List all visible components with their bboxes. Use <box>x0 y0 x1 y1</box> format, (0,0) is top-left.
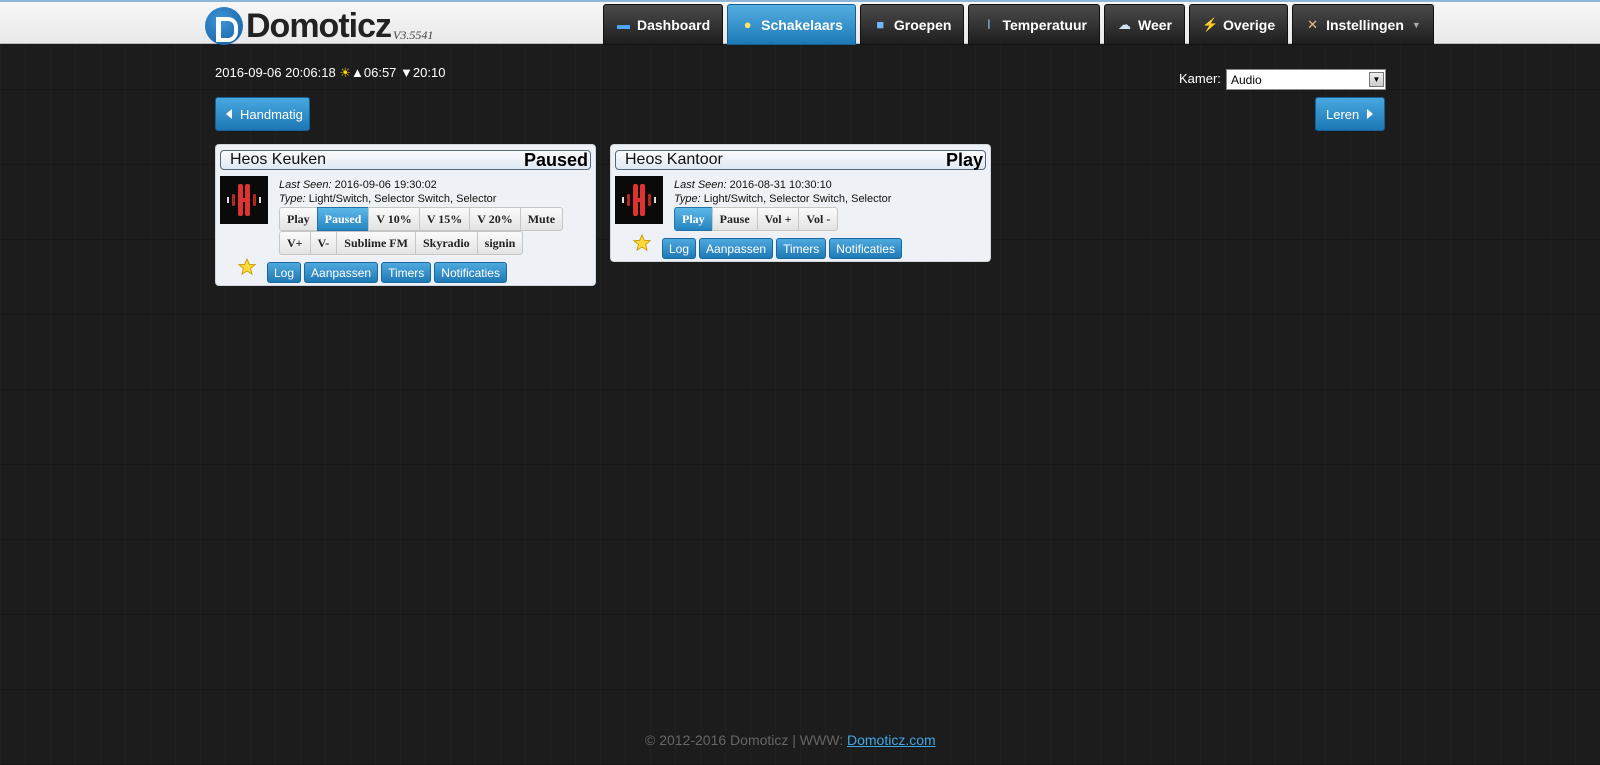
selector-signin[interactable]: signin <box>476 231 524 255</box>
selector-mute[interactable]: Mute <box>519 207 564 231</box>
type-value: Light/Switch, Selector Switch, Selector <box>703 193 892 205</box>
tab-label: Overige <box>1222 16 1276 33</box>
sun-icon: ☀ <box>339 65 351 80</box>
selector-vminus[interactable]: V- <box>309 231 338 255</box>
speaker-icon[interactable] <box>220 176 268 224</box>
timers-button[interactable]: Timers <box>381 262 432 283</box>
website-link[interactable]: Domoticz.com <box>847 732 936 748</box>
device-actions: Log Aanpassen Timers Notificaties <box>267 262 507 283</box>
edit-button[interactable]: Aanpassen <box>304 262 379 283</box>
notifications-button[interactable]: Notificaties <box>829 238 902 259</box>
device-actions: Log Aanpassen Timers Notificaties <box>662 238 902 259</box>
device-status: Paused <box>523 149 588 170</box>
date-sun-info: 2016-09-06 20:06:18 ☀▲06:57 ▼20:10 <box>215 65 445 81</box>
selector-play[interactable]: Play <box>279 207 318 231</box>
device-header: Heos Kantoor Play <box>615 150 986 170</box>
selector-sublime-fm[interactable]: Sublime FM <box>336 231 416 255</box>
thermometer-icon: ǀ <box>987 17 991 32</box>
footer-text: © 2012-2016 Domoticz | WWW: Domoticz.com <box>645 732 936 748</box>
learn-button-label: Leren <box>1326 106 1360 122</box>
device-header: Heos Keuken Paused <box>220 150 591 170</box>
selector-pause[interactable]: Pause <box>711 207 758 231</box>
room-select[interactable]: Audio ▼ <box>1226 69 1386 90</box>
cloud-rain-icon: ☁ <box>1117 16 1131 32</box>
tools-icon: ✕ <box>1307 16 1319 32</box>
logo[interactable]: Domoticz V3.5541 <box>205 5 433 45</box>
type-label: Type: <box>279 193 306 205</box>
arrow-right-icon <box>1367 109 1374 119</box>
device-meta: Last Seen: 2016-08-31 10:30:10 Type: Lig… <box>674 178 891 206</box>
selector-paused[interactable]: Paused <box>316 207 370 231</box>
manual-button-label: Handmatig <box>240 106 303 122</box>
domoticz-logo-icon <box>205 7 243 45</box>
monitor-icon: ▬ <box>617 17 630 32</box>
tab-dashboard[interactable]: ▬ Dashboard <box>603 4 724 45</box>
learn-button[interactable]: Leren <box>1315 97 1385 131</box>
selector-v20[interactable]: V 20% <box>469 207 521 231</box>
tab-temperatuur[interactable]: ǀ Temperatuur <box>968 4 1100 45</box>
tab-schakelaars[interactable]: ● Schakelaars <box>727 4 856 45</box>
type-label: Type: <box>674 193 701 205</box>
selector-v15[interactable]: V 15% <box>418 207 471 231</box>
notifications-button[interactable]: Notificaties <box>434 262 507 283</box>
current-datetime: 2016-09-06 20:06:18 <box>215 65 336 80</box>
favorite-star-icon[interactable] <box>633 234 651 252</box>
chevron-down-icon: ▼ <box>1411 19 1421 30</box>
tab-label: Temperatuur <box>1002 16 1087 33</box>
edit-button[interactable]: Aanpassen <box>699 238 774 259</box>
last-seen-value: 2016-08-31 10:30:10 <box>729 179 832 191</box>
brand-version: V3.5541 <box>393 28 434 42</box>
brand-name: Domoticz <box>246 7 392 45</box>
copyright: © 2012-2016 Domoticz | WWW: <box>645 732 844 748</box>
device-status: Play <box>945 149 983 170</box>
tab-weer[interactable]: ☁ Weer <box>1103 4 1185 45</box>
device-card-heos-keuken: Heos Keuken Paused Last Seen: 2016-09-06… <box>215 144 596 286</box>
top-bar: Domoticz V3.5541 ▬ Dashboard ● Schakelaa… <box>0 0 1600 45</box>
selector-buttons-row-2: V+ V- Sublime FM Skyradio signin <box>279 231 524 255</box>
sunset-time: 20:10 <box>412 65 446 80</box>
arrow-left-icon <box>226 109 232 119</box>
selector-play[interactable]: Play <box>674 207 713 231</box>
selector-skyradio[interactable]: Skyradio <box>414 231 478 255</box>
manual-button[interactable]: Handmatig <box>215 97 310 131</box>
utility-icon: ⚡ <box>1201 16 1219 32</box>
lightbulb-icon: ● <box>743 17 752 32</box>
tab-label: Dashboard <box>637 16 711 33</box>
selector-buttons-row-1: Play Paused V 10% V 15% V 20% Mute <box>279 207 564 231</box>
selector-vol-down[interactable]: Vol - <box>798 207 839 231</box>
log-button[interactable]: Log <box>267 262 302 283</box>
speaker-icon[interactable] <box>615 176 663 224</box>
selector-vol-up[interactable]: Vol + <box>756 207 800 231</box>
clapper-icon: ■ <box>876 17 885 32</box>
sunrise-time: 06:57 <box>363 65 397 80</box>
selector-v10[interactable]: V 10% <box>368 207 420 231</box>
room-label: Kamer: <box>1179 71 1221 86</box>
tab-label: Weer <box>1137 16 1172 33</box>
selector-vplus[interactable]: V+ <box>279 231 311 255</box>
tab-overige[interactable]: ⚡ Overige <box>1188 4 1289 45</box>
timers-button[interactable]: Timers <box>776 238 827 259</box>
favorite-star-icon[interactable] <box>238 258 256 276</box>
sunset-icon: ▼ <box>400 65 413 80</box>
device-name: Heos Kantoor <box>625 151 723 168</box>
last-seen-value: 2016-09-06 19:30:02 <box>334 179 437 191</box>
last-seen-label: Last Seen: <box>674 179 727 191</box>
tab-label: Schakelaars <box>761 16 843 33</box>
log-button[interactable]: Log <box>662 238 697 259</box>
device-meta: Last Seen: 2016-09-06 19:30:02 Type: Lig… <box>279 178 496 206</box>
tab-label: Groepen <box>893 16 952 33</box>
footer: © 2012-2016 Domoticz | WWW: Domoticz.com <box>0 725 1600 765</box>
type-value: Light/Switch, Selector Switch, Selector <box>308 193 497 205</box>
tab-instellingen[interactable]: ✕ Instellingen ▼ <box>1292 4 1434 45</box>
tab-groepen[interactable]: ■ Groepen <box>859 4 965 45</box>
chevron-down-icon[interactable]: ▼ <box>1369 72 1384 87</box>
tab-label: Instellingen <box>1326 16 1404 33</box>
last-seen-label: Last Seen: <box>279 179 332 191</box>
selector-buttons-row-1: Play Pause Vol + Vol - <box>674 207 839 231</box>
device-name: Heos Keuken <box>230 151 327 168</box>
room-selected-value: Audio <box>1231 72 1262 87</box>
device-card-heos-kantoor: Heos Kantoor Play Last Seen: 2016-08-31 … <box>610 144 991 262</box>
main-nav: ▬ Dashboard ● Schakelaars ■ Groepen ǀ Te… <box>603 4 1434 45</box>
sunrise-icon: ▲ <box>351 65 364 80</box>
